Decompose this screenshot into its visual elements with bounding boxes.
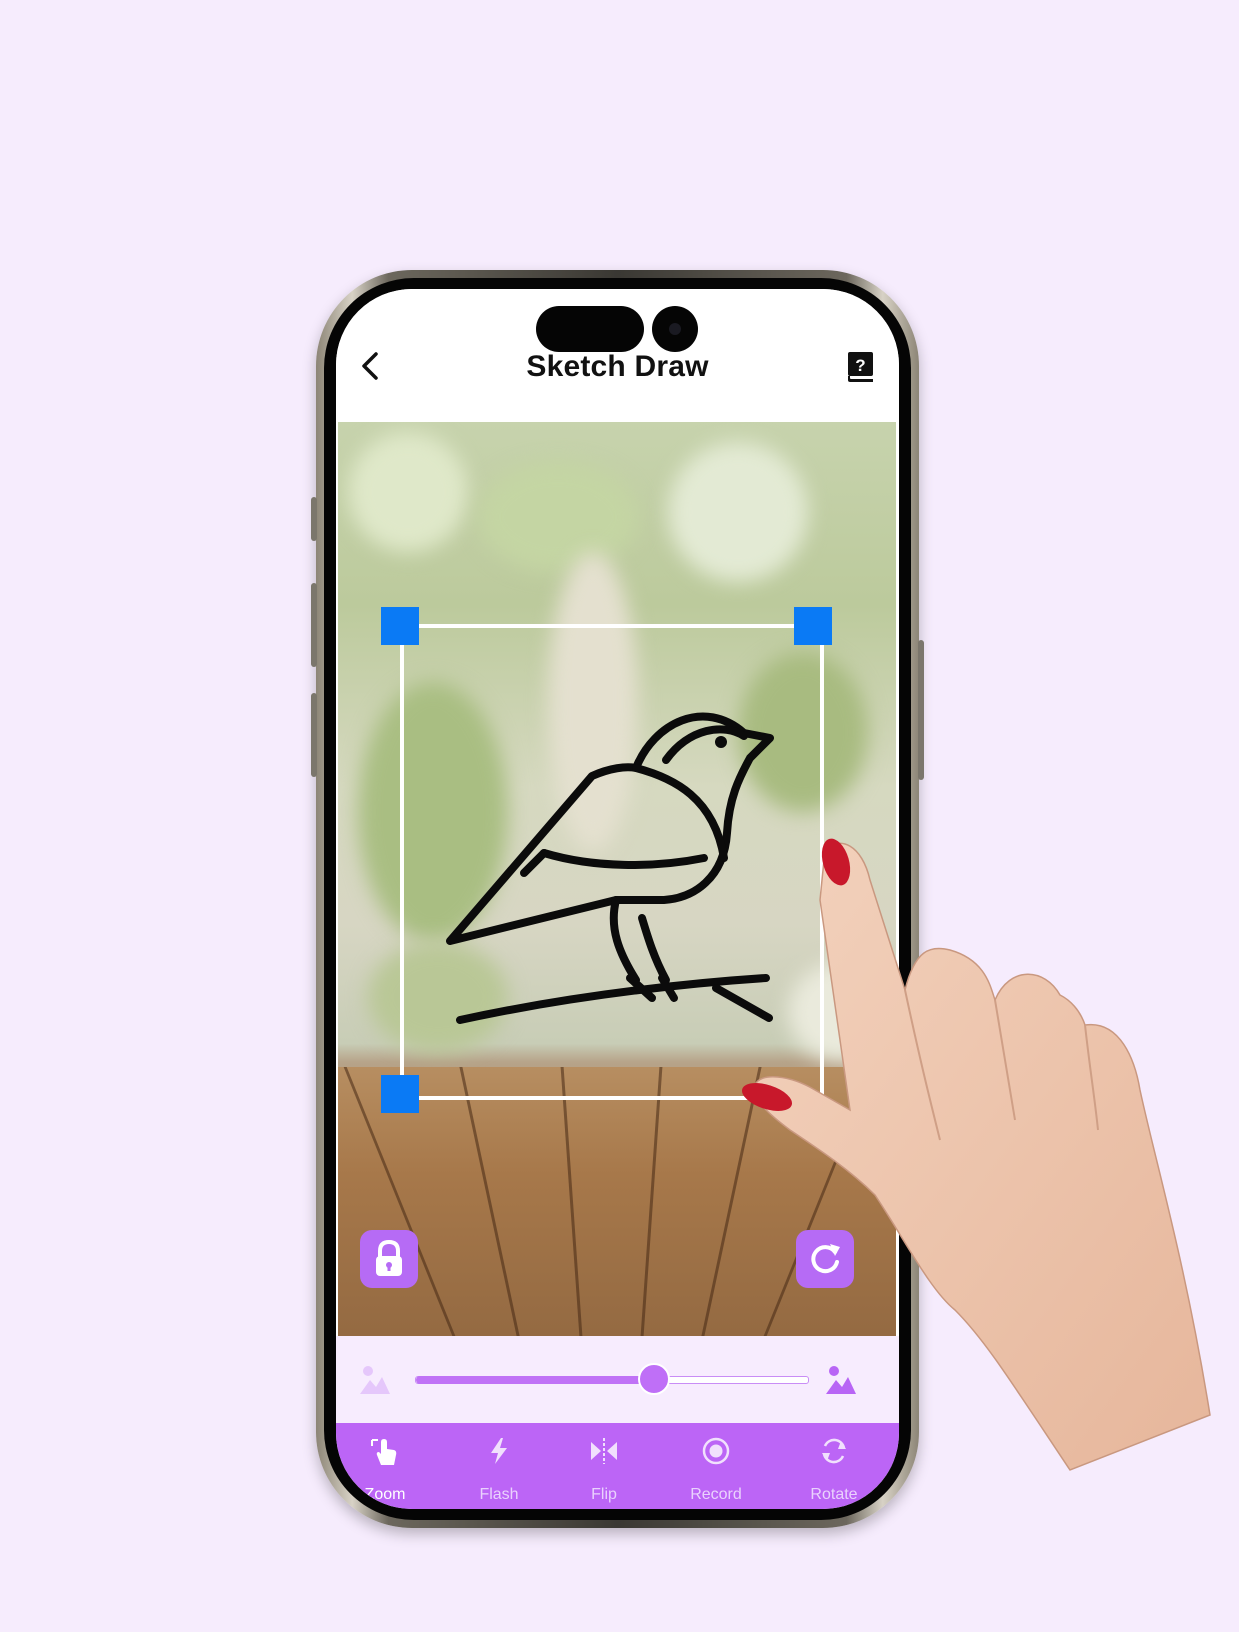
image-solid-icon[interactable]	[824, 1364, 858, 1396]
toolbar-flip[interactable]: Flip	[554, 1423, 654, 1509]
opacity-control	[336, 1336, 899, 1423]
toolbar-rotate[interactable]: Rotate	[784, 1423, 884, 1509]
toolbar-label: Rotate	[810, 1486, 858, 1503]
plank-line	[763, 1067, 876, 1336]
opacity-slider[interactable]	[415, 1376, 809, 1384]
resize-handle-top-left[interactable]	[381, 607, 419, 645]
plank-line	[560, 1067, 583, 1336]
rotate-icon	[822, 1438, 846, 1464]
power-button	[918, 640, 924, 780]
plank-line	[640, 1067, 663, 1336]
bird-sketch-image	[446, 712, 774, 1024]
record-icon	[702, 1437, 730, 1465]
toolbar-label: Flip	[591, 1486, 617, 1503]
hand-pointer-icon	[371, 1439, 397, 1465]
toolbar-label: Record	[690, 1486, 742, 1503]
bokeh-light	[348, 432, 468, 552]
resize-handle-top-right[interactable]	[794, 607, 832, 645]
opacity-slider-thumb[interactable]	[638, 1363, 671, 1395]
svg-text:?: ?	[855, 356, 865, 375]
image-faded-icon[interactable]	[358, 1364, 392, 1396]
toolbar-label: Flash	[479, 1486, 519, 1503]
help-book-icon[interactable]: ?	[845, 350, 875, 384]
dynamic-island	[536, 306, 644, 352]
flip-icon	[591, 1438, 617, 1464]
side-button	[311, 497, 317, 541]
plank-line	[459, 1067, 520, 1336]
toolbar-record[interactable]: Record	[666, 1423, 766, 1509]
volume-down-button	[311, 693, 317, 777]
volume-up-button	[311, 583, 317, 667]
bottom-toolbar: Zoom Flash Flip Record Rotate	[336, 1423, 899, 1509]
lock-button[interactable]	[360, 1230, 418, 1288]
phone-screen: Sketch Draw ? Zoom Flash Flip Record Rot…	[336, 289, 899, 1509]
toolbar-zoom[interactable]: Zoom	[336, 1423, 435, 1509]
plank-line	[701, 1067, 762, 1336]
sketch-bounding-box[interactable]	[400, 624, 824, 1100]
wooden-table	[338, 1067, 896, 1336]
page-title: Sketch Draw	[526, 350, 709, 383]
lock-icon	[376, 1239, 402, 1276]
camera-preview[interactable]	[338, 422, 896, 1336]
flash-icon	[491, 1438, 507, 1464]
toolbar-label: Zoom	[364, 1486, 406, 1503]
toolbar-flash[interactable]: Flash	[449, 1423, 549, 1509]
refresh-icon	[811, 1244, 840, 1274]
reset-button[interactable]	[796, 1230, 854, 1288]
bokeh-light	[478, 462, 638, 572]
resize-handle-bottom-left[interactable]	[381, 1075, 419, 1113]
bokeh-light	[668, 442, 808, 582]
opacity-slider-fill	[416, 1376, 656, 1384]
front-camera	[652, 306, 698, 352]
